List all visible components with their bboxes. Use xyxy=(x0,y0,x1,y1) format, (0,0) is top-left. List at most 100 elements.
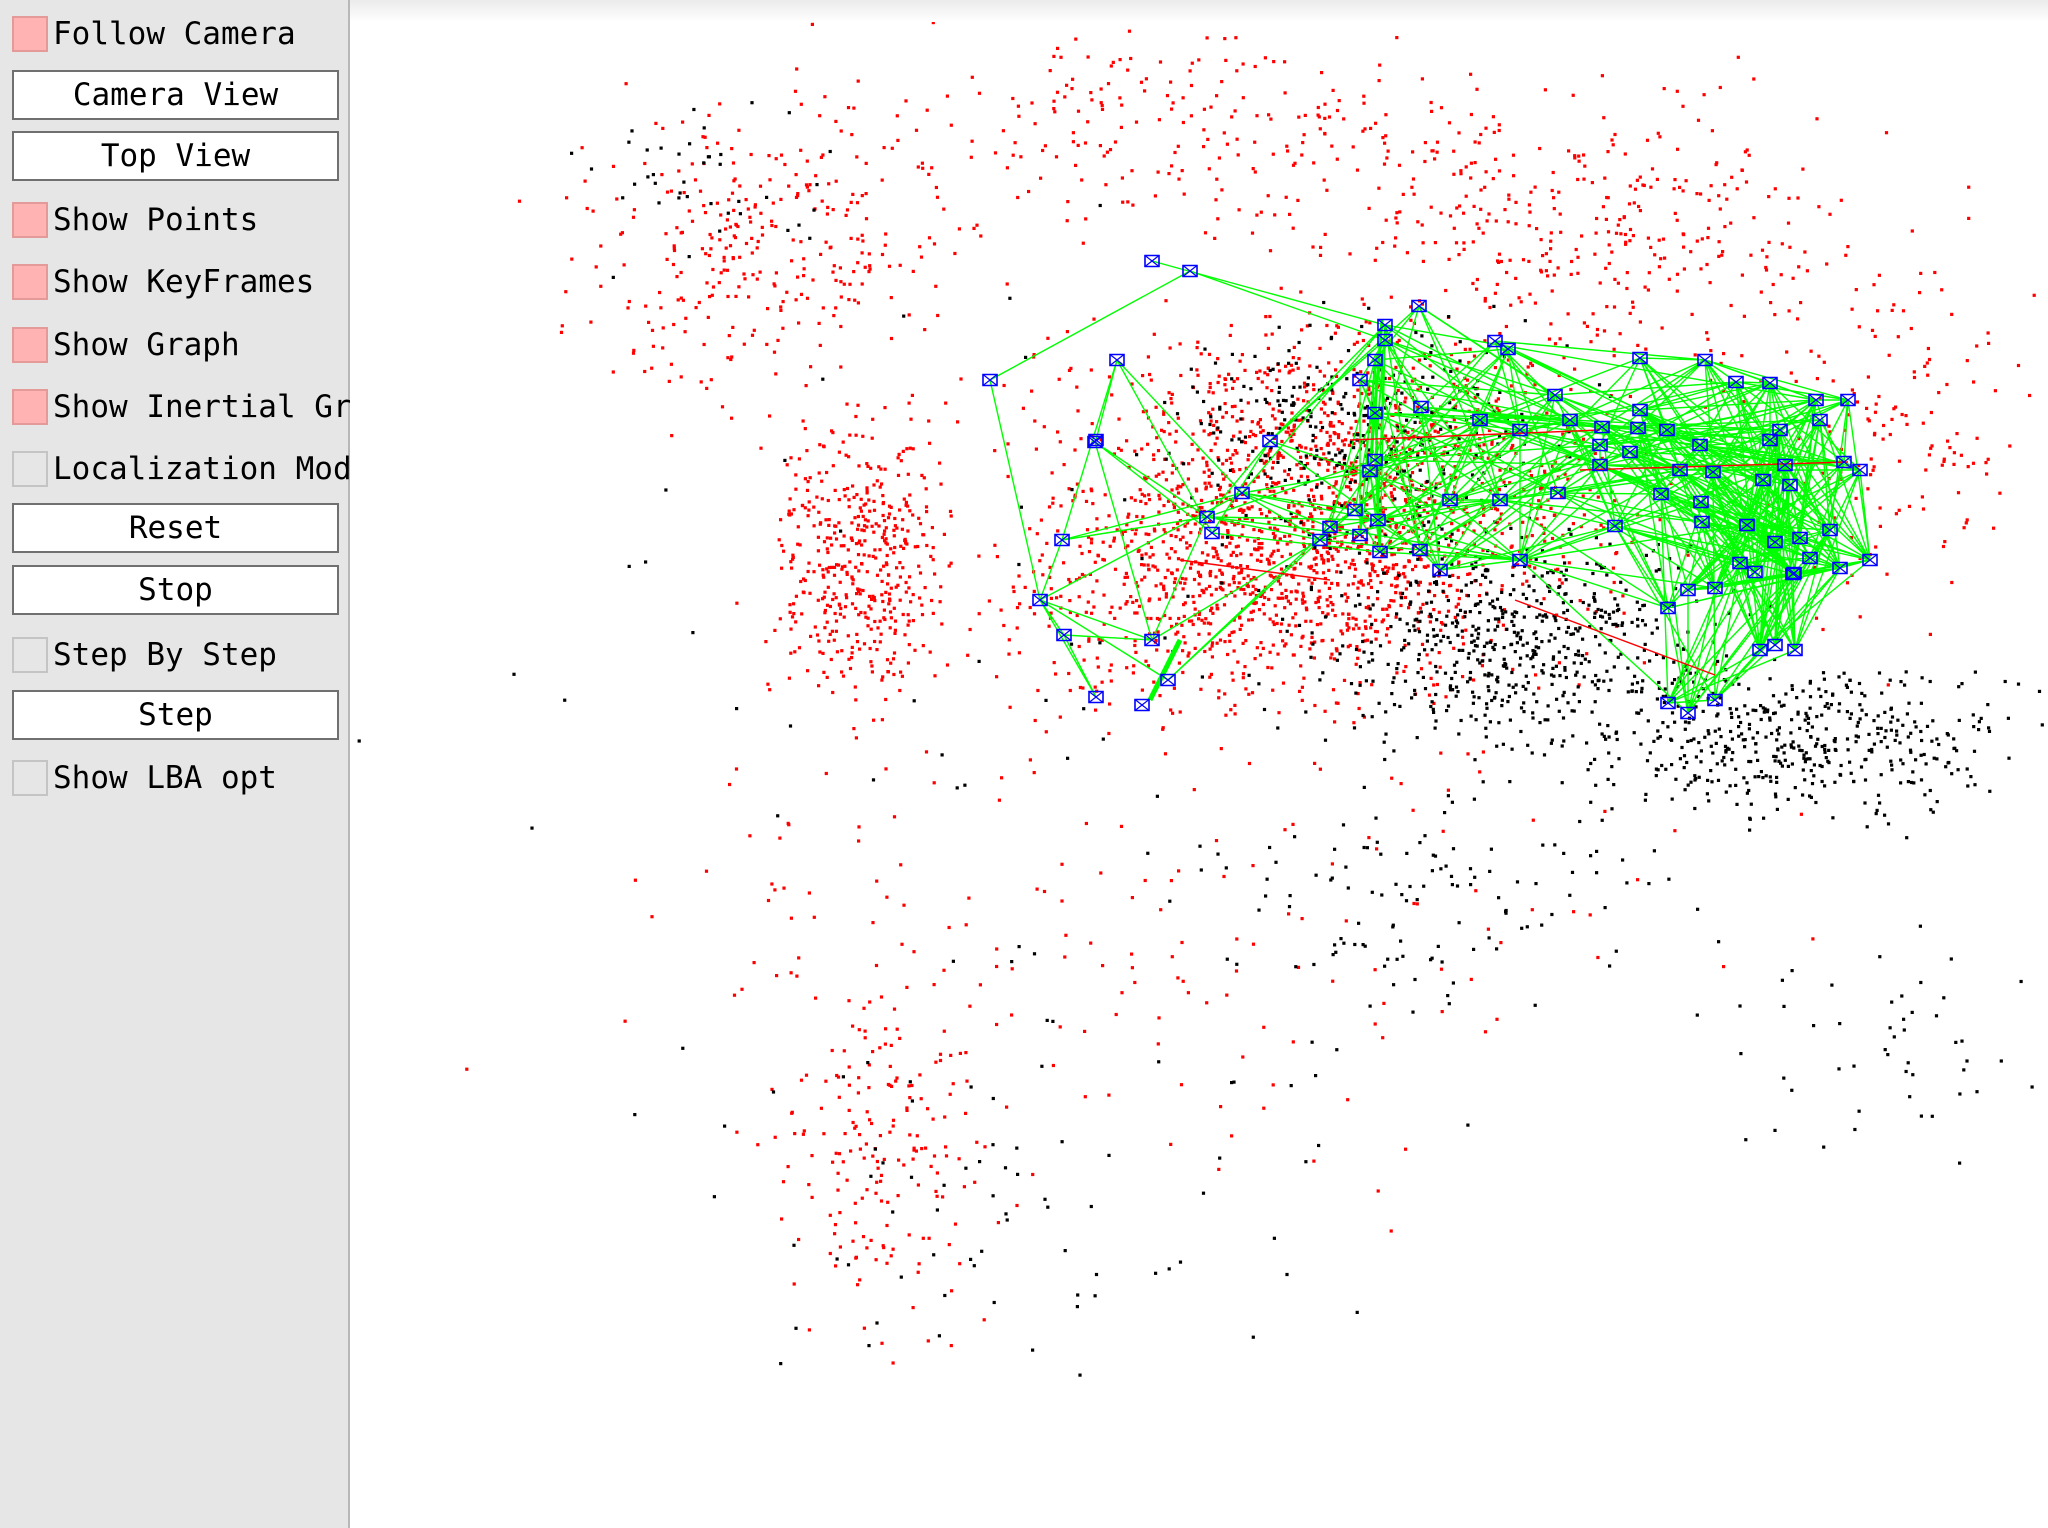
red-map-point xyxy=(1231,550,1235,554)
black-map-point xyxy=(1860,708,1864,712)
red-map-point xyxy=(858,1147,862,1151)
red-map-point xyxy=(797,646,802,650)
show-keyframes-checkbox[interactable]: Show KeyFrames xyxy=(12,257,314,307)
follow-camera-checkbox[interactable]: Follow Camera xyxy=(12,9,296,59)
show-points-checkbox-box[interactable] xyxy=(12,202,48,238)
red-map-point xyxy=(1131,671,1135,675)
show-inertial-graph-checkbox-box[interactable] xyxy=(12,389,48,425)
red-map-point xyxy=(1479,132,1483,137)
red-map-point xyxy=(1047,505,1052,509)
black-map-point xyxy=(1824,690,1828,694)
red-map-point xyxy=(758,270,762,274)
red-map-point xyxy=(838,1245,842,1249)
black-map-point xyxy=(1930,739,1934,743)
black-map-point xyxy=(1957,718,1961,722)
red-map-point xyxy=(1074,163,1078,167)
red-map-point xyxy=(698,189,703,193)
stop-button[interactable]: Stop xyxy=(12,565,339,615)
black-map-point xyxy=(1798,726,1802,730)
red-map-point xyxy=(970,75,974,79)
red-map-point xyxy=(898,508,902,512)
show-graph-checkbox-box[interactable] xyxy=(12,327,48,363)
black-map-point xyxy=(1596,679,1600,683)
localization-mode-checkbox-box[interactable] xyxy=(12,451,48,487)
top-view-button[interactable]: Top View xyxy=(12,131,339,181)
red-map-point xyxy=(1681,189,1685,193)
red-map-point xyxy=(1477,141,1481,145)
red-map-point xyxy=(1330,144,1334,148)
black-map-point xyxy=(1614,730,1619,734)
red-map-point xyxy=(881,675,885,679)
follow-camera-checkbox-box[interactable] xyxy=(12,16,48,52)
red-map-point xyxy=(1612,580,1616,585)
red-map-point xyxy=(1673,178,1677,182)
red-map-point xyxy=(797,1237,801,1242)
black-map-point xyxy=(1532,632,1536,636)
red-map-point xyxy=(843,1132,847,1136)
red-map-point xyxy=(1224,411,1228,415)
red-map-point xyxy=(1538,146,1542,151)
black-map-point xyxy=(1498,605,1503,610)
red-map-point xyxy=(1100,107,1105,111)
red-map-point xyxy=(1172,686,1176,690)
red-map-point xyxy=(889,547,893,551)
show-points-checkbox[interactable]: Show Points xyxy=(12,195,258,245)
red-map-point xyxy=(947,564,951,568)
red-map-point xyxy=(1328,420,1333,425)
red-map-point xyxy=(1129,595,1133,599)
red-map-point xyxy=(1045,541,1049,545)
black-map-point xyxy=(1405,622,1409,626)
black-map-point xyxy=(1427,589,1431,593)
red-map-point xyxy=(1791,276,1795,280)
show-graph-checkbox[interactable]: Show Graph xyxy=(12,320,240,370)
red-map-point xyxy=(796,192,800,196)
black-map-point xyxy=(1731,751,1735,755)
black-map-point xyxy=(1925,724,1930,728)
black-map-point xyxy=(1791,740,1795,744)
red-map-point xyxy=(835,650,839,654)
black-map-point xyxy=(1432,710,1436,714)
red-map-point xyxy=(1283,469,1287,473)
red-map-point xyxy=(1512,174,1516,178)
map-viewer-canvas[interactable] xyxy=(350,0,2048,1528)
red-map-point xyxy=(1799,301,1803,305)
red-map-point xyxy=(847,498,851,502)
reset-button[interactable]: Reset xyxy=(12,503,339,553)
red-map-point xyxy=(1259,210,1263,214)
red-map-point xyxy=(869,660,873,664)
red-map-point xyxy=(1660,326,1664,330)
show-keyframes-checkbox-box[interactable] xyxy=(12,264,48,300)
show-lba-opt-checkbox[interactable]: Show LBA opt xyxy=(12,753,277,803)
red-map-point xyxy=(884,526,888,530)
black-map-point xyxy=(1335,658,1339,662)
red-map-point xyxy=(1457,560,1461,564)
step-by-step-checkbox-box[interactable] xyxy=(12,637,48,673)
camera-view-button[interactable]: Camera View xyxy=(12,70,339,120)
red-map-point xyxy=(681,120,685,124)
red-map-point xyxy=(1672,187,1676,191)
red-map-point xyxy=(1056,430,1060,434)
red-map-point xyxy=(1203,231,1208,235)
black-map-point xyxy=(1863,778,1868,782)
red-map-point xyxy=(1336,582,1340,586)
localization-mode-checkbox[interactable]: Localization Mode xyxy=(12,444,370,494)
black-map-point xyxy=(1914,758,1918,762)
red-map-point xyxy=(1243,368,1247,372)
red-map-point xyxy=(918,1073,922,1077)
red-map-point xyxy=(1010,967,1014,971)
red-map-point xyxy=(802,1129,806,1133)
red-map-point xyxy=(1309,447,1313,451)
show-lba-opt-checkbox-box[interactable] xyxy=(12,760,48,796)
red-map-point xyxy=(1202,470,1206,474)
step-by-step-checkbox[interactable]: Step By Step xyxy=(12,630,277,680)
red-map-point xyxy=(1113,140,1118,144)
red-map-point xyxy=(1533,185,1537,189)
black-map-point xyxy=(1804,751,1808,755)
red-map-point xyxy=(856,587,860,591)
red-map-point xyxy=(1742,314,1746,318)
red-map-point xyxy=(1225,448,1230,452)
step-button[interactable]: Step xyxy=(12,690,339,740)
red-map-point xyxy=(850,602,855,606)
red-map-point xyxy=(1421,241,1425,245)
show-inertial-graph-checkbox[interactable]: Show Inertial Graph xyxy=(12,382,408,432)
